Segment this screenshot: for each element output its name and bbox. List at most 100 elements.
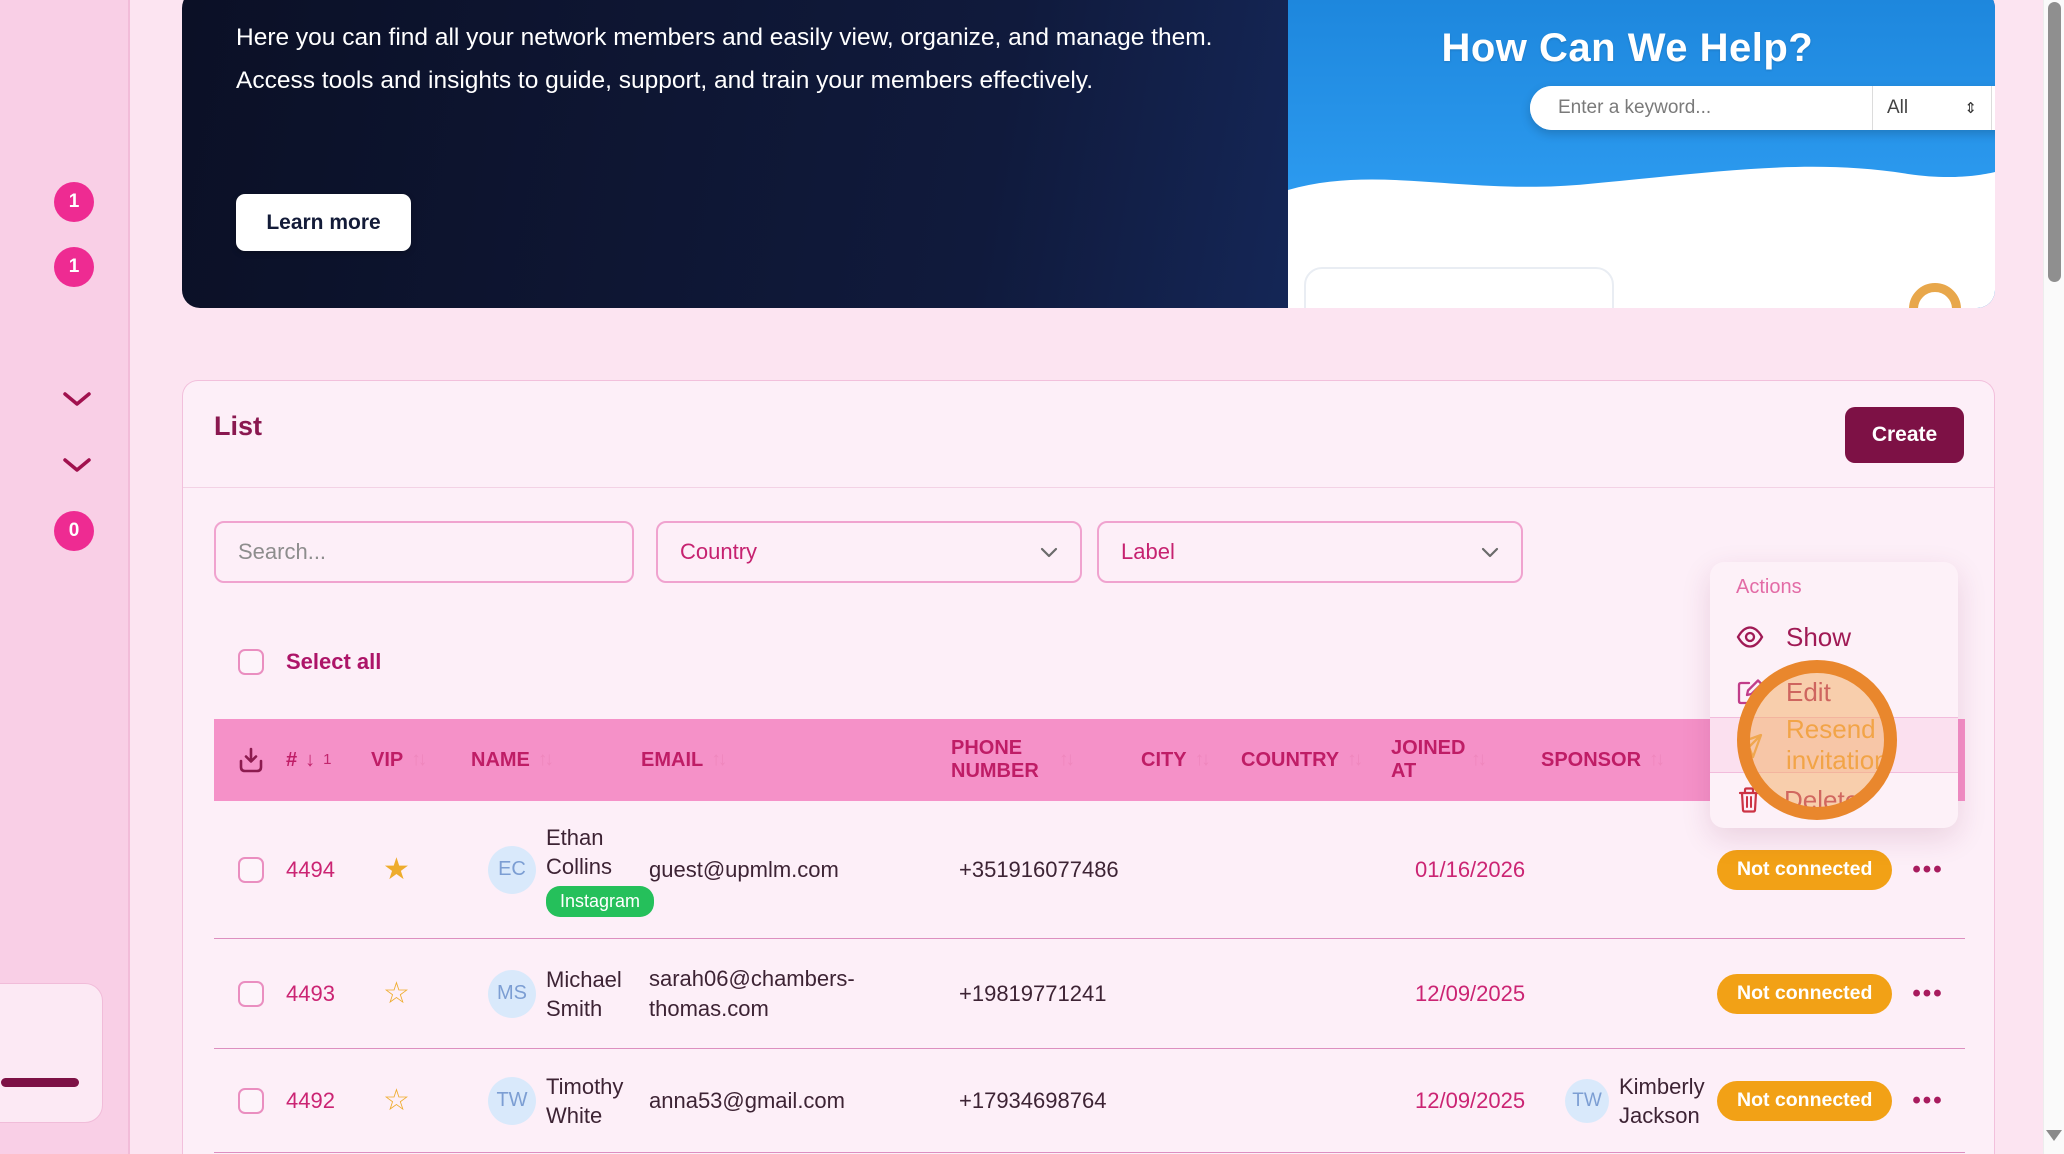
help-category-value: All <box>1887 97 1908 119</box>
joined-date: 12/09/2025 <box>1415 981 1525 1007</box>
row-checkbox[interactable] <box>238 981 264 1007</box>
menu-item-label: Resend invitation <box>1786 714 1958 776</box>
create-button[interactable]: Create <box>1845 407 1964 463</box>
member-name: Timothy White <box>546 1072 641 1130</box>
vip-star-icon[interactable]: ★ <box>371 852 410 887</box>
select-all-checkbox[interactable] <box>238 649 264 675</box>
member-phone: +19819771241 <box>959 981 1106 1007</box>
sidebar-footer-card <box>0 983 103 1123</box>
help-center-preview: How Can We Help? All ⇕ <box>1288 0 1995 308</box>
sort-icon: ↑↓ <box>711 749 724 771</box>
help-search-button[interactable] <box>1992 86 1995 130</box>
search-input[interactable] <box>238 539 610 565</box>
chevron-down-icon <box>1040 547 1058 558</box>
column-label: # <box>286 749 297 772</box>
column-header-joined[interactable]: JOINED AT ↑↓ <box>1391 737 1541 783</box>
send-icon <box>1736 731 1764 759</box>
member-email: guest@upmlm.com <box>649 855 839 885</box>
actions-menu-title: Actions <box>1736 576 1802 599</box>
row-checkbox[interactable] <box>238 1088 264 1114</box>
sort-icon: ↑↓ <box>1195 749 1208 771</box>
column-header-city[interactable]: CITY ↑↓ <box>1141 749 1241 772</box>
updown-icon: ⇕ <box>1964 99 1977 117</box>
help-article-card <box>1304 267 1614 308</box>
row-checkbox[interactable] <box>238 857 264 883</box>
page-title: List <box>214 411 262 442</box>
table-row: 4494 ★ EC Ethan Collins Instagram guest@… <box>214 801 1965 939</box>
banner-line-1: Here you can find all your network membe… <box>236 16 1276 59</box>
table-header: # ↓ 1 VIP ↑↓ NAME ↑↓ EMAIL ↑↓ PHONE NUMB… <box>214 719 1965 801</box>
learn-more-button[interactable]: Learn more <box>236 194 411 251</box>
sort-icon: ↑↓ <box>538 749 551 771</box>
banner-description: Here you can find all your network membe… <box>236 16 1276 102</box>
member-phone: +351916077486 <box>959 857 1119 883</box>
sidebar-badge-2[interactable]: 1 <box>54 247 94 287</box>
table-row: 4492 ☆ TW Timothy White anna53@gmail.com… <box>214 1049 1965 1153</box>
country-select[interactable]: Country <box>656 521 1082 583</box>
column-header-phone[interactable]: PHONE NUMBER ↑↓ <box>951 737 1141 783</box>
status-badge: Not connected <box>1717 1081 1892 1121</box>
scrollbar-thumb[interactable] <box>2048 2 2061 282</box>
label-select-value: Label <box>1121 539 1175 565</box>
export-button[interactable] <box>214 745 286 775</box>
member-email: sarah06@chambers-thomas.com <box>649 964 864 1024</box>
sort-icon: ↑↓ <box>1347 749 1360 771</box>
sidebar-badge-3[interactable]: 0 <box>54 511 94 551</box>
help-search-input[interactable] <box>1530 86 1872 130</box>
help-search-bar: All ⇕ <box>1530 86 1995 130</box>
menu-item-delete[interactable]: Delete <box>1710 774 1958 826</box>
name-cell: Michael Smith <box>546 965 641 1023</box>
sort-icon: ↑↓ <box>1649 749 1662 771</box>
help-category-select[interactable]: All ⇕ <box>1873 86 1991 130</box>
sponsor-avatar: TW <box>1565 1079 1609 1123</box>
chevron-down-icon[interactable] <box>62 390 92 408</box>
vip-star-icon[interactable]: ☆ <box>371 1083 410 1118</box>
column-label: JOINED AT <box>1391 737 1463 783</box>
download-icon <box>236 745 266 775</box>
row-actions-button[interactable]: ••• <box>1912 856 1943 884</box>
member-id: 4494 <box>286 857 335 883</box>
member-email: anna53@gmail.com <box>649 1086 845 1116</box>
column-header-country[interactable]: COUNTRY ↑↓ <box>1241 749 1391 772</box>
row-actions-button[interactable]: ••• <box>1912 980 1943 1008</box>
column-header-sponsor[interactable]: SPONSOR ↑↓ <box>1541 749 1701 772</box>
status-badge: Not connected <box>1717 850 1892 890</box>
sidebar: 1 1 0 <box>0 0 130 1154</box>
avatar: TW <box>488 1077 536 1125</box>
avatar: MS <box>488 970 536 1018</box>
select-all-row: Select all <box>238 649 381 675</box>
row-actions-button[interactable]: ••• <box>1912 1087 1943 1115</box>
member-name: Michael Smith <box>546 965 641 1023</box>
column-label: SPONSOR <box>1541 749 1641 772</box>
sort-icon: ↑↓ <box>411 749 424 771</box>
banner-line-2: Access tools and insights to guide, supp… <box>236 59 1276 102</box>
vip-star-icon[interactable]: ☆ <box>371 976 410 1011</box>
collapsed-menu-bar <box>1 1078 79 1087</box>
menu-item-resend-invitation[interactable]: Resend invitation <box>1710 717 1958 773</box>
joined-date: 12/09/2025 <box>1415 1088 1525 1114</box>
actions-menu: Actions Show Edit Resend invitation Dele… <box>1710 562 1958 828</box>
name-cell: Timothy White <box>546 1072 641 1130</box>
member-id: 4492 <box>286 1088 335 1114</box>
chevron-down-icon <box>1481 547 1499 558</box>
column-header-id[interactable]: # ↓ 1 <box>286 749 371 772</box>
column-header-name[interactable]: NAME ↑↓ <box>471 749 641 772</box>
joined-date: 01/16/2026 <box>1415 857 1525 883</box>
member-name: Ethan Collins <box>546 823 650 881</box>
search-field <box>214 521 634 583</box>
sort-rank: 1 <box>323 751 331 768</box>
column-label: EMAIL <box>641 749 703 772</box>
menu-item-edit[interactable]: Edit <box>1710 665 1958 719</box>
scrollbar-track[interactable] <box>2043 0 2064 1154</box>
column-label: CITY <box>1141 749 1187 772</box>
sort-down-icon: ↓ <box>305 749 315 772</box>
scrollbar-down-arrow[interactable] <box>2046 1130 2062 1149</box>
column-header-email[interactable]: EMAIL ↑↓ <box>641 749 951 772</box>
sidebar-badge-1[interactable]: 1 <box>54 182 94 222</box>
column-label: VIP <box>371 749 403 772</box>
menu-item-show[interactable]: Show <box>1710 610 1958 664</box>
column-header-vip[interactable]: VIP ↑↓ <box>371 749 471 772</box>
chevron-down-icon[interactable] <box>62 456 92 474</box>
intro-banner: Here you can find all your network membe… <box>182 0 1995 308</box>
label-select[interactable]: Label <box>1097 521 1523 583</box>
